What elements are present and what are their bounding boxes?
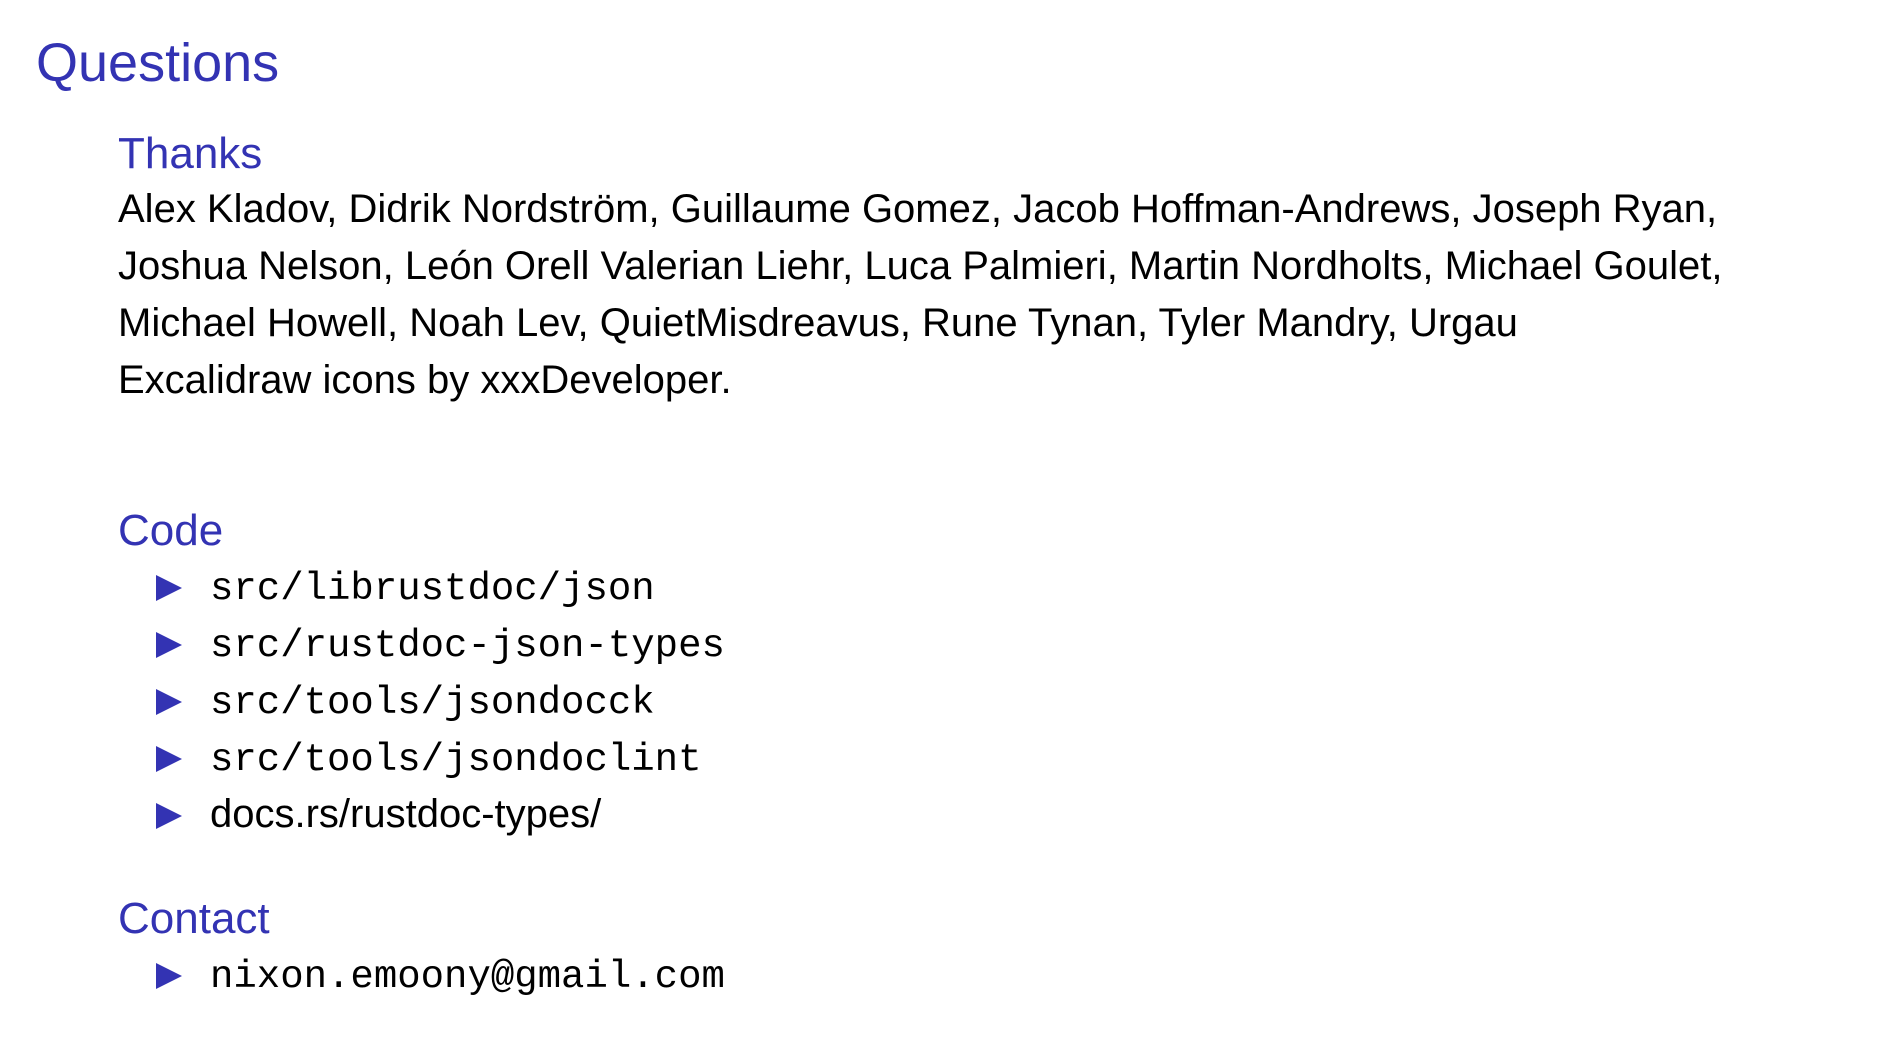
bullet-triangle-icon <box>156 962 182 989</box>
code-list: src/librustdoc/json src/rustdoc-json-typ… <box>118 558 1798 843</box>
bullet-triangle-icon <box>156 745 182 772</box>
bullet-triangle-icon <box>156 688 182 715</box>
slide: Questions Thanks Alex Kladov, Didrik Nor… <box>0 0 1890 1063</box>
code-path-link[interactable]: src/rustdoc-json-types <box>210 624 725 668</box>
list-item: src/tools/jsondoclint <box>118 729 1798 786</box>
email-link[interactable]: nixon.emoony@gmail.com <box>210 955 725 999</box>
code-path-link[interactable]: src/tools/jsondocck <box>210 681 655 725</box>
docs-link[interactable]: docs.rs/rustdoc-types/ <box>210 792 601 836</box>
icons-credit: Excalidraw icons by xxxDeveloper. <box>118 357 732 402</box>
list-item: src/tools/jsondocck <box>118 672 1798 729</box>
list-item: nixon.emoony@gmail.com <box>118 946 1798 1003</box>
contact-list: nixon.emoony@gmail.com <box>118 946 1798 1003</box>
thanks-block: Thanks Alex Kladov, Didrik Nordström, Gu… <box>118 128 1798 409</box>
code-heading: Code <box>118 506 224 555</box>
code-path-link[interactable]: src/tools/jsondoclint <box>210 738 701 782</box>
thanks-credits: Alex Kladov, Didrik Nordström, Guillaume… <box>118 186 1723 345</box>
list-item: src/rustdoc-json-types <box>118 615 1798 672</box>
page-title: Questions <box>36 33 280 93</box>
code-path-link[interactable]: src/librustdoc/json <box>210 567 655 611</box>
bullet-triangle-icon <box>156 631 182 658</box>
contact-block: Contact nixon.emoony@gmail.com <box>118 893 1798 1003</box>
code-block: Code src/librustdoc/json src/rustdoc-jso… <box>118 505 1798 843</box>
thanks-heading: Thanks <box>118 129 263 178</box>
bullet-triangle-icon <box>156 574 182 601</box>
bullet-triangle-icon <box>156 802 182 829</box>
list-item: src/librustdoc/json <box>118 558 1798 615</box>
contact-heading: Contact <box>118 894 270 943</box>
list-item: docs.rs/rustdoc-types/ <box>118 786 1798 843</box>
